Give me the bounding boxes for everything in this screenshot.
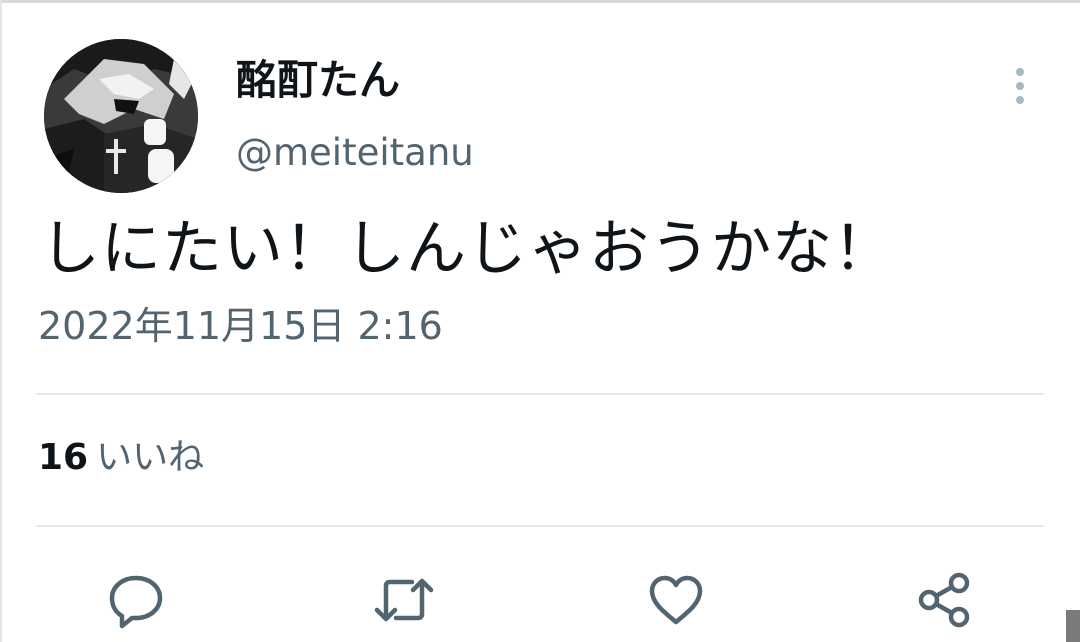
avatar-image — [44, 39, 198, 193]
divider — [36, 525, 1044, 527]
likes-label: いいね — [96, 437, 205, 478]
like-button[interactable] — [644, 568, 708, 632]
share-button[interactable] — [912, 568, 976, 632]
more-vertical-icon[interactable] — [1004, 64, 1036, 112]
retweet-button[interactable] — [372, 568, 436, 632]
share-icon — [918, 572, 970, 628]
display-name[interactable]: 酩酊たん — [236, 57, 400, 103]
avatar[interactable] — [44, 39, 198, 193]
heart-icon — [649, 575, 703, 625]
reply-icon — [109, 575, 163, 629]
likes-summary[interactable]: 16 いいね — [38, 438, 204, 478]
divider — [36, 393, 1044, 395]
left-border — [0, 0, 2, 642]
likes-count: 16 — [38, 437, 89, 478]
tweet-text: しにたい！しんじゃおうかな！ — [40, 214, 894, 284]
user-handle[interactable]: @meiteitanu — [236, 132, 474, 174]
top-border — [0, 0, 1080, 3]
reply-button[interactable] — [104, 568, 168, 632]
scrollbar-thumb[interactable] — [1066, 610, 1080, 642]
tweet-timestamp[interactable]: 2022年11月15日 2:16 — [38, 305, 443, 348]
retweet-icon — [374, 578, 434, 622]
